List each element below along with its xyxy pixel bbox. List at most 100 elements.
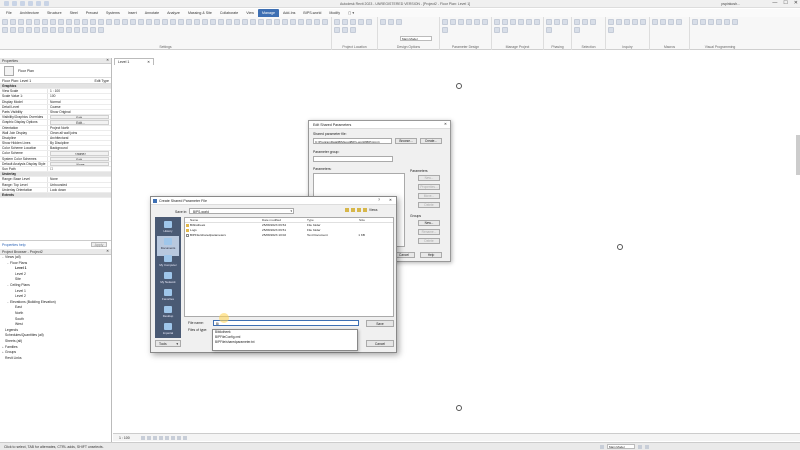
file-list[interactable]: Name Date modified Type Size Bibliotheek… [184, 217, 394, 317]
ribbon-tool-icon[interactable] [510, 19, 516, 25]
macros-tools[interactable] [650, 17, 689, 27]
property-value[interactable]: Normal [48, 100, 111, 104]
ribbon-tool-icon[interactable] [74, 19, 80, 25]
ribbon-tool-icon[interactable] [10, 19, 16, 25]
ribbon-tab-7[interactable]: Annotate [141, 9, 163, 17]
ribbon-tool-icon[interactable] [290, 19, 296, 25]
property-edit-button[interactable]: Edit... [50, 115, 109, 120]
shared-file-path[interactable]: C:\ProgramData\BIMsoupBIPs-world\BIPs\mm… [313, 138, 392, 144]
save-icon[interactable] [20, 1, 25, 6]
new-group-button[interactable]: New... [418, 220, 440, 226]
ribbon-tool-icon[interactable] [298, 19, 304, 25]
ribbon-tab-4[interactable]: Precast [82, 9, 102, 17]
ribbon-tool-icon[interactable] [282, 19, 288, 25]
property-value[interactable]: 1 : 100 [48, 89, 111, 93]
select-links-icon[interactable] [645, 444, 649, 449]
open-icon[interactable] [12, 1, 17, 6]
ribbon-tool-icon[interactable] [546, 27, 552, 33]
column-name[interactable]: Name [185, 218, 262, 222]
ribbon-tool-icon[interactable] [10, 27, 16, 33]
close-icon[interactable]: ✕ [389, 198, 392, 202]
ribbon-tool-icon[interactable] [98, 27, 104, 33]
ribbon-tool-icon[interactable] [494, 27, 500, 33]
ribbon-tab-6[interactable]: Insert [124, 9, 141, 17]
ribbon-tool-icon[interactable] [66, 27, 72, 33]
ribbon-tool-icon[interactable] [334, 19, 340, 25]
ribbon-tool-icon[interactable] [342, 27, 348, 33]
ribbon-tab-1[interactable]: Architecture [16, 9, 43, 17]
ribbon-tool-icon[interactable] [2, 27, 8, 33]
ribbon-tool-icon[interactable] [668, 19, 674, 25]
vertical-scrollbar[interactable] [796, 135, 800, 175]
ribbon-tool-icon[interactable] [350, 27, 356, 33]
ribbon-tool-icon[interactable] [692, 19, 698, 25]
ribbon-tool-icon[interactable] [106, 19, 112, 25]
crop-view-icon[interactable] [165, 436, 169, 440]
back-icon[interactable] [345, 208, 349, 212]
ribbon-tool-icon[interactable] [574, 27, 580, 33]
ribbon-tab-5[interactable]: Systems [102, 9, 124, 17]
ribbon-tool-icon[interactable] [546, 19, 552, 25]
ribbon-tool-icon[interactable] [574, 19, 580, 25]
view-tab-level-1[interactable]: Level 1 ✕ [114, 58, 154, 65]
ribbon-tool-icon[interactable] [700, 19, 706, 25]
ribbon-tool-icon[interactable] [26, 27, 32, 33]
revit-logo-icon[interactable] [4, 1, 9, 6]
ribbon-tool-icon[interactable] [608, 27, 614, 33]
design-options-tools[interactable] [378, 17, 439, 27]
tools-menu[interactable]: Tools ▾ [155, 340, 181, 347]
delete-icon[interactable] [363, 208, 367, 212]
ribbon-tool-icon[interactable] [82, 27, 88, 33]
elevation-marker-icon[interactable] [456, 83, 462, 89]
ribbon-tool-icon[interactable] [18, 27, 24, 33]
ribbon-tab-0[interactable]: File [2, 9, 16, 17]
ribbon-tool-icon[interactable] [466, 19, 472, 25]
user-account[interactable]: pspinkosh... [721, 2, 740, 6]
ribbon-tool-icon[interactable] [554, 19, 560, 25]
ribbon-tool-icon[interactable] [380, 19, 386, 25]
ribbon-tool-icon[interactable] [732, 19, 738, 25]
print-icon[interactable] [44, 1, 49, 6]
property-value[interactable]: 100 [48, 94, 111, 98]
ribbon-tab-14[interactable]: BIPS-world [299, 9, 325, 17]
property-edit-button[interactable]: <none> [50, 151, 109, 156]
ribbon-tool-icon[interactable] [724, 19, 730, 25]
properties-button[interactable]: Properties... [418, 184, 440, 190]
ribbon-tab-16[interactable]: ▢ ▾ [344, 9, 358, 17]
ribbon-tool-icon[interactable] [242, 19, 248, 25]
ribbon-tool-icon[interactable] [306, 19, 312, 25]
ribbon-tool-icon[interactable] [708, 19, 714, 25]
apply-button[interactable]: Apply [91, 242, 107, 247]
column-type[interactable]: Type [307, 218, 345, 222]
ribbon-tool-icon[interactable] [366, 19, 372, 25]
ribbon-tab-15[interactable]: Modify [325, 9, 344, 17]
save-button[interactable]: Save [366, 320, 394, 327]
ribbon-tool-icon[interactable] [458, 19, 464, 25]
property-value[interactable]: Coarse [48, 105, 111, 109]
ribbon-tool-icon[interactable] [162, 19, 168, 25]
place-imperial[interactable]: Imperial [157, 321, 179, 341]
property-value[interactable]: Look down [48, 188, 111, 192]
visual-programming-tools[interactable] [690, 17, 750, 27]
ribbon-tool-icon[interactable] [122, 19, 128, 25]
cancel-button[interactable]: Cancel [366, 340, 394, 347]
up-folder-icon[interactable] [351, 208, 355, 212]
property-value[interactable]: By Discipline [48, 141, 111, 145]
project-location-tools[interactable] [332, 17, 377, 35]
elevation-marker-icon[interactable] [456, 405, 462, 411]
browse-button[interactable]: Browse... [395, 138, 417, 144]
ribbon-tool-icon[interactable] [146, 19, 152, 25]
minimize-button[interactable]: — [772, 1, 777, 6]
main-model-select[interactable]: Main Model [400, 36, 432, 41]
view-scale[interactable]: 1 : 100 [119, 436, 130, 440]
ribbon-tool-icon[interactable] [562, 19, 568, 25]
ribbon-tool-icon[interactable] [18, 19, 24, 25]
ribbon-tool-icon[interactable] [334, 27, 340, 33]
ribbon-tool-icon[interactable] [526, 19, 532, 25]
ribbon-tab-2[interactable]: Structure [43, 9, 66, 17]
ribbon-tool-icon[interactable] [2, 19, 8, 25]
ribbon-tool-icon[interactable] [608, 19, 614, 25]
property-edit-button[interactable]: Edit... [50, 120, 109, 125]
column-size[interactable]: Size [345, 218, 375, 222]
ribbon-tool-icon[interactable] [90, 27, 96, 33]
